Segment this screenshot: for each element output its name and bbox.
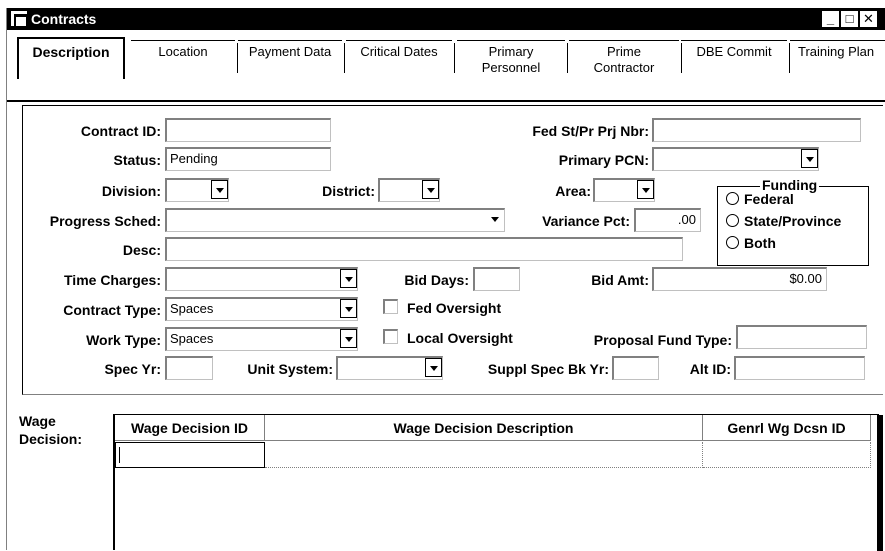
column-header-wage-decision-id[interactable]: Wage Decision ID [115, 415, 265, 441]
grid-scrollbar[interactable] [877, 415, 883, 551]
contract-id-input[interactable] [165, 118, 331, 142]
contract-id-label: Contract ID: [80, 123, 161, 139]
variance-pct-label: Variance Pct: [542, 213, 630, 229]
tab-location[interactable]: Location [131, 40, 238, 78]
primary-pcn-select[interactable] [652, 147, 819, 171]
work-type-label: Work Type: [86, 332, 161, 348]
app-icon[interactable] [11, 11, 28, 28]
proposal-fund-type-field [736, 325, 867, 349]
chevron-down-icon[interactable] [801, 149, 818, 168]
funding-both-radio[interactable]: Both [726, 235, 776, 253]
area-select[interactable] [593, 178, 655, 202]
chevron-down-icon[interactable] [422, 180, 439, 199]
window-title: Contracts [31, 11, 97, 27]
tab-label: Location [158, 44, 208, 59]
chevron-down-icon[interactable] [211, 180, 228, 199]
time-charges-label: Time Charges: [64, 272, 161, 288]
work-type-select[interactable]: Spaces [165, 327, 358, 351]
status-field: Pending [165, 147, 331, 171]
desc-label: Desc: [122, 242, 161, 258]
tab-label: Prime Contractor [593, 44, 655, 75]
tab-payment-data[interactable]: Payment Data [238, 40, 345, 78]
primary-pcn-label: Primary PCN: [558, 152, 649, 168]
division-select[interactable] [165, 178, 229, 202]
tab-critical-dates[interactable]: Critical Dates [346, 40, 455, 78]
column-header-genrl-wg-dcsn-id[interactable]: Genrl Wg Dcsn ID [703, 415, 871, 441]
suppl-spec-bk-yr-input[interactable] [612, 356, 659, 380]
close-button[interactable]: ✕ [860, 11, 877, 27]
tab-description[interactable]: Description [17, 37, 125, 79]
fed-prj-nbr-label: Fed St/Pr Prj Nbr: [532, 123, 649, 139]
progress-sched-label: Progress Sched: [49, 213, 161, 229]
grid-cell-wage-decision-description[interactable] [265, 442, 703, 468]
funding-group: Funding Federal State/Province Both [717, 177, 869, 266]
alt-id-input[interactable] [734, 356, 865, 380]
tab-training-plan[interactable]: Training Plan [790, 40, 885, 78]
chevron-down-icon[interactable] [425, 358, 442, 377]
funding-state-radio[interactable]: State/Province [726, 213, 841, 231]
maximize-button[interactable]: □ [841, 11, 858, 27]
status-label: Status: [113, 152, 161, 168]
wage-label: Wage [19, 413, 56, 429]
radio-button-icon[interactable] [726, 214, 739, 227]
grid-cell-genrl-wg-dcsn-id[interactable] [703, 442, 871, 468]
alt-id-label: Alt ID: [689, 361, 731, 377]
contract-type-select[interactable]: Spaces [165, 297, 358, 321]
local-oversight-label: Local Oversight [407, 330, 513, 346]
tab-label: DBE Commit [696, 44, 772, 59]
unit-system-label: Unit System: [247, 361, 333, 377]
chevron-down-icon[interactable] [340, 299, 357, 318]
chevron-down-icon[interactable] [487, 210, 504, 229]
text-cursor [119, 447, 120, 463]
radio-button-icon[interactable] [726, 192, 739, 205]
spec-yr-input[interactable] [165, 356, 213, 380]
bid-days-field [473, 267, 520, 291]
tab-label: Primary Personnel [481, 44, 541, 75]
chevron-down-icon[interactable] [637, 180, 654, 199]
radio-button-icon[interactable] [726, 236, 739, 249]
local-oversight-checkbox[interactable] [383, 329, 398, 344]
tab-baseline [7, 100, 885, 102]
tab-primary-personnel[interactable]: Primary Personnel [457, 40, 568, 78]
time-charges-select[interactable] [165, 267, 358, 291]
district-label: District: [322, 183, 375, 199]
tab-label: Critical Dates [360, 44, 438, 59]
contracts-window: Contracts _ □ ✕ Description Location Pay… [6, 8, 885, 551]
proposal-fund-type-label: Proposal Fund Type: [593, 332, 732, 348]
tab-prime-contractor[interactable]: Prime Contractor [569, 40, 682, 78]
tab-label: Payment Data [248, 44, 332, 59]
bid-days-label: Bid Days: [404, 272, 469, 288]
fed-oversight-label: Fed Oversight [407, 300, 502, 316]
tab-label: Training Plan [798, 44, 875, 59]
chevron-down-icon[interactable] [340, 329, 357, 348]
fed-oversight-checkbox[interactable] [383, 299, 398, 314]
fed-prj-nbr-input[interactable] [652, 118, 861, 142]
wage-decision-grid[interactable]: Wage Decision ID Wage Decision Descripti… [113, 414, 883, 551]
column-header-wage-decision-description[interactable]: Wage Decision Description [265, 415, 703, 441]
tab-label: Description [32, 44, 110, 60]
contract-type-label: Contract Type: [63, 302, 161, 318]
area-label: Area: [555, 183, 591, 199]
minimize-button[interactable]: _ [822, 11, 839, 27]
division-label: Division: [101, 183, 161, 199]
title-bar[interactable]: Contracts _ □ ✕ [7, 8, 885, 30]
spec-yr-label: Spec Yr: [104, 361, 161, 377]
wage-decision-label: Decision: [19, 431, 83, 447]
tab-dbe-commit[interactable]: DBE Commit [681, 40, 790, 78]
variance-pct-input[interactable]: .00 [634, 208, 701, 232]
grid-cell-wage-decision-id[interactable] [115, 442, 265, 468]
bid-amt-field: $0.00 [652, 267, 827, 291]
district-select[interactable] [378, 178, 440, 202]
progress-sched-select[interactable] [165, 208, 505, 232]
tab-strip: Description Location Payment Data Critic… [7, 30, 885, 102]
bid-amt-label: Bid Amt: [591, 272, 649, 288]
unit-system-select[interactable] [336, 356, 443, 380]
funding-federal-radio[interactable]: Federal [726, 191, 794, 209]
suppl-spec-bk-yr-label: Suppl Spec Bk Yr: [487, 361, 609, 377]
desc-input[interactable] [165, 237, 683, 261]
chevron-down-icon[interactable] [340, 269, 357, 288]
